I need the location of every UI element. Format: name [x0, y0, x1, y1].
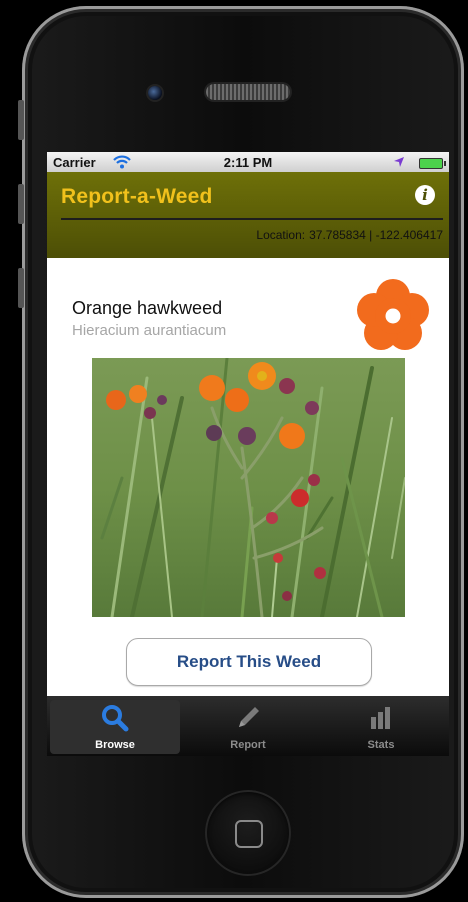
- tab-stats[interactable]: Stats: [316, 700, 446, 754]
- location-value: 37.785834 | -122.406417: [309, 228, 443, 242]
- magnifier-icon: [102, 705, 129, 732]
- tab-report-label: Report: [230, 739, 266, 751]
- weed-scientific-name: Hieracium aurantiacum: [72, 322, 227, 339]
- mute-switch: [18, 100, 24, 140]
- clock: 2:11 PM: [223, 155, 273, 170]
- tab-bar: Browse Report Stats: [47, 696, 449, 756]
- status-bar: Carrier 2:11 PM: [47, 152, 449, 172]
- app-title: Report-a-Weed: [61, 185, 213, 208]
- location-label: Location:: [256, 228, 306, 242]
- tab-browse[interactable]: Browse: [50, 700, 180, 754]
- home-square-icon: [235, 820, 263, 848]
- report-this-weed-button[interactable]: Report This Weed: [126, 638, 372, 686]
- battery-icon: [419, 158, 446, 169]
- nav-divider: [61, 218, 443, 220]
- flower-icon: [357, 279, 429, 350]
- home-button[interactable]: [205, 790, 291, 876]
- volume-up-button: [18, 184, 24, 224]
- tab-browse-label: Browse: [95, 739, 135, 751]
- front-camera: [148, 86, 162, 100]
- info-icon[interactable]: i: [415, 185, 435, 205]
- weed-common-name: Orange hawkweed: [72, 298, 223, 318]
- bar-chart-icon: [371, 707, 390, 729]
- app-screen: Carrier 2:11 PM Report-a-Weed i Location…: [47, 152, 449, 756]
- location-readout: Location: 37.785834 | -122.406417: [256, 228, 443, 242]
- earpiece-speaker: [206, 84, 290, 100]
- volume-down-button: [18, 268, 24, 308]
- location-services-icon: [394, 157, 404, 167]
- nav-bar: Report-a-Weed i Location: 37.785834 | -12…: [47, 172, 449, 258]
- tab-stats-label: Stats: [367, 739, 395, 751]
- weed-detail: Orange hawkweed Hieracium aurantiacum Re…: [47, 258, 449, 696]
- weed-photo: [92, 358, 405, 617]
- pencil-icon: [239, 707, 259, 727]
- tab-report[interactable]: Report: [183, 700, 313, 754]
